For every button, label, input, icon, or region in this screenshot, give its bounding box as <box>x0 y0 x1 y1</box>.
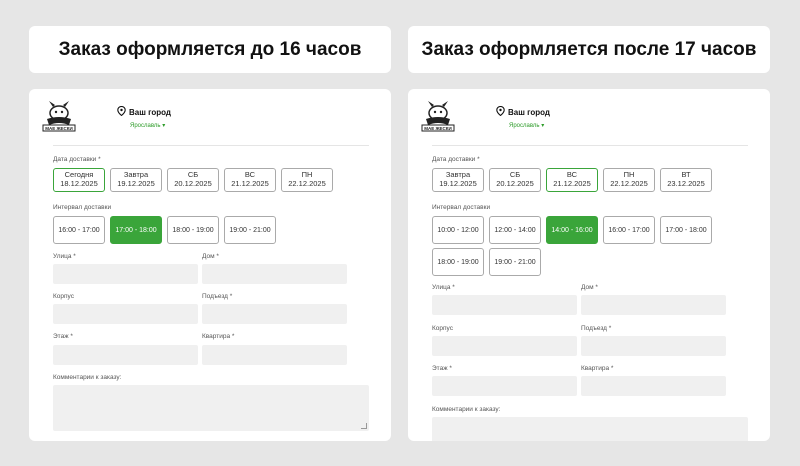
header-title: Заказ оформляется до 16 часов <box>58 38 362 60</box>
date-option[interactable]: ВТ 23.12.2025 <box>660 168 712 192</box>
house-label: Дом * <box>581 284 598 291</box>
building-label: Корпус <box>432 325 453 332</box>
interval-option[interactable]: 12:00 - 14:00 <box>489 216 541 244</box>
city-selector[interactable]: Ваш город Ярославль ▾ <box>117 105 171 129</box>
header-title: Заказ оформляется после 17 часов <box>421 38 757 60</box>
house-label: Дом * <box>202 253 219 260</box>
divider <box>432 145 748 146</box>
site-header: МАЕ ЖЕСКИ Ваш город Ярославль ▾ <box>29 89 391 145</box>
comment-textarea[interactable] <box>53 385 369 431</box>
interval-option[interactable]: 16:00 - 17:00 <box>603 216 655 244</box>
city-selector[interactable]: Ваш город Ярославль ▾ <box>496 105 550 129</box>
floor-label: Этаж * <box>432 365 452 372</box>
interval-option[interactable]: 17:00 - 18:00 <box>660 216 712 244</box>
date-option[interactable]: Завтра 19.12.2025 <box>110 168 162 192</box>
date-option[interactable]: СБ 20.12.2025 <box>167 168 219 192</box>
apartment-input[interactable] <box>581 376 726 396</box>
floor-input[interactable] <box>432 376 577 396</box>
entrance-input[interactable] <box>202 304 347 324</box>
building-label: Корпус <box>53 293 74 300</box>
city-value[interactable]: Ярославль ▾ <box>509 122 550 129</box>
header-card-before-16: Заказ оформляется до 16 часов <box>29 26 391 73</box>
delivery-date-label: Дата доставки * <box>53 156 101 163</box>
date-option[interactable]: ВС 21.12.2025 <box>224 168 276 192</box>
date-option[interactable]: ВС 21.12.2025 <box>546 168 598 192</box>
date-option[interactable]: СБ 20.12.2025 <box>489 168 541 192</box>
interval-option[interactable]: 10:00 - 12:00 <box>432 216 484 244</box>
street-input[interactable] <box>432 295 577 315</box>
comment-label: Комментарии к заказу: <box>432 406 501 413</box>
interval-option[interactable]: 18:00 - 19:00 <box>167 216 219 244</box>
street-label: Улица * <box>53 253 76 260</box>
interval-option[interactable]: 18:00 - 19:00 <box>432 248 484 276</box>
entrance-input[interactable] <box>581 336 726 356</box>
header-card-after-17: Заказ оформляется после 17 часов <box>408 26 770 73</box>
interval-option[interactable]: 16:00 - 17:00 <box>53 216 105 244</box>
checkout-form-left: МАЕ ЖЕСКИ Ваш город Ярославль ▾ Дата дос… <box>29 89 391 441</box>
date-option[interactable]: Завтра 19.12.2025 <box>432 168 484 192</box>
street-label: Улица * <box>432 284 455 291</box>
site-header: МАЕ ЖЕСКИ Ваш город Ярославль ▾ <box>408 89 770 145</box>
floor-input[interactable] <box>53 345 198 365</box>
divider <box>53 145 369 146</box>
date-option[interactable]: ПН 22.12.2025 <box>603 168 655 192</box>
city-label: Ваш город <box>508 107 550 117</box>
interval-option[interactable]: 19:00 - 21:00 <box>224 216 276 244</box>
svg-text:МАЕ ЖЕСКИ: МАЕ ЖЕСКИ <box>424 126 452 131</box>
comment-textarea[interactable] <box>432 417 748 441</box>
resize-handle-icon[interactable] <box>361 423 367 429</box>
entrance-label: Подъезд * <box>581 325 612 332</box>
checkout-form-right: МАЕ ЖЕСКИ Ваш город Ярославль ▾ Дата дос… <box>408 89 770 441</box>
date-option[interactable]: ПН 22.12.2025 <box>281 168 333 192</box>
location-pin-icon <box>117 105 126 118</box>
interval-option[interactable]: 19:00 - 21:00 <box>489 248 541 276</box>
interval-option[interactable]: 17:00 - 18:00 <box>110 216 162 244</box>
delivery-date-label: Дата доставки * <box>432 156 480 163</box>
city-value[interactable]: Ярославль ▾ <box>130 122 171 129</box>
svg-text:МАЕ ЖЕСКИ: МАЕ ЖЕСКИ <box>45 126 73 131</box>
street-input[interactable] <box>53 264 198 284</box>
brand-logo[interactable]: МАЕ ЖЕСКИ <box>39 99 79 135</box>
interval-option[interactable]: 14:00 - 16:00 <box>546 216 598 244</box>
location-pin-icon <box>496 105 505 118</box>
delivery-interval-label: Интервал доставки <box>432 204 491 211</box>
building-input[interactable] <box>432 336 577 356</box>
delivery-interval-label: Интервал доставки <box>53 204 112 211</box>
apartment-input[interactable] <box>202 345 347 365</box>
date-option[interactable]: Сегодня 18.12.2025 <box>53 168 105 192</box>
apartment-label: Квартира * <box>202 333 235 340</box>
house-input[interactable] <box>202 264 347 284</box>
brand-logo[interactable]: МАЕ ЖЕСКИ <box>418 99 458 135</box>
house-input[interactable] <box>581 295 726 315</box>
comment-label: Комментарии к заказу: <box>53 374 122 381</box>
apartment-label: Квартира * <box>581 365 614 372</box>
city-label: Ваш город <box>129 107 171 117</box>
building-input[interactable] <box>53 304 198 324</box>
entrance-label: Подъезд * <box>202 293 233 300</box>
floor-label: Этаж * <box>53 333 73 340</box>
